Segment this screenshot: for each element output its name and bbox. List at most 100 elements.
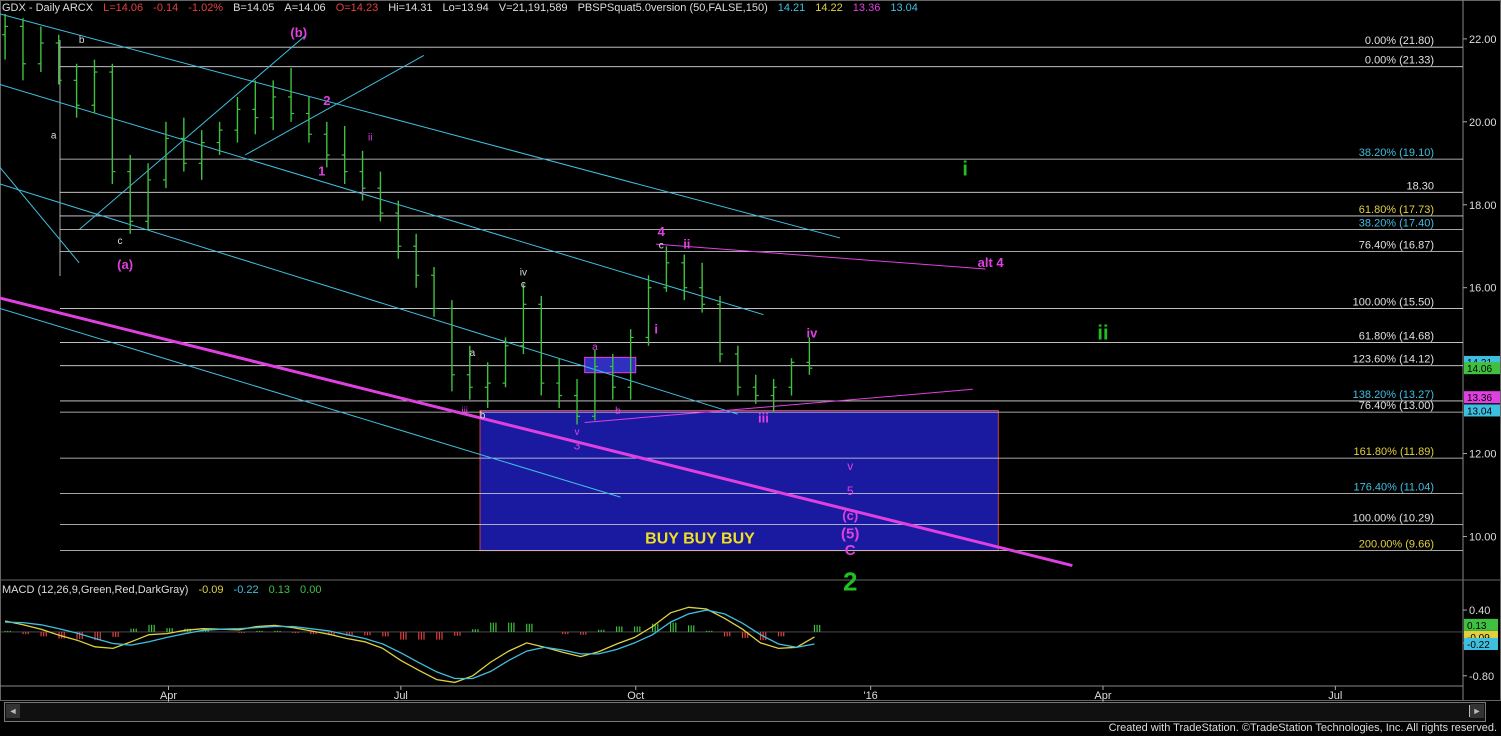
fib-label: 176.40% (11.04)	[1353, 481, 1434, 493]
chart-header: GDX - Daily ARCX L=14.06 -0.14 -1.02% B=…	[2, 2, 918, 14]
macd-label: MACD (12,26,9,Green,Red,DarkGray)	[2, 584, 189, 596]
scroll-right-arrow-icon[interactable]: ►	[1470, 704, 1484, 718]
wave-label: b	[480, 410, 486, 421]
wave-label: c	[659, 240, 664, 251]
fib-label: 76.40% (13.00)	[1359, 400, 1434, 412]
price-tick-label: 12.00	[1469, 449, 1497, 461]
bid-price: B=14.05	[233, 2, 275, 14]
wave-label: (a)	[117, 257, 133, 272]
wave-label: 3	[574, 438, 581, 452]
wave-label: i	[361, 186, 363, 197]
wave-label: (5)	[841, 526, 859, 543]
fib-label: 0.00% (21.80)	[1365, 35, 1434, 47]
macd-value-1: -0.09	[198, 584, 224, 596]
wave-label: iii	[758, 410, 769, 425]
ask-price: A=14.06	[284, 2, 326, 14]
macd-tick-label: 0.40	[1469, 605, 1490, 617]
macd-value-3: 0.13	[268, 584, 291, 596]
trendline	[0, 167, 80, 264]
trendline	[78, 34, 307, 231]
highlight-box	[584, 356, 637, 374]
wave-label: b	[79, 35, 85, 46]
last-price: L=14.06	[103, 2, 144, 14]
macd-signal-line	[5, 609, 815, 680]
wave-label: a	[51, 130, 57, 141]
fib-label: 100.00% (10.29)	[1353, 513, 1434, 525]
time-tick-label: Oct	[627, 690, 644, 702]
trendline	[656, 243, 986, 270]
time-tick-label: '16	[863, 690, 877, 702]
wave-label: C	[845, 542, 856, 559]
fib-label: 18.30	[1406, 180, 1434, 192]
fib-label: 0.00% (21.33)	[1365, 55, 1434, 67]
trendline	[244, 55, 425, 156]
wave-label: b	[615, 406, 621, 417]
wave-label: alt 4	[978, 255, 1005, 270]
fib-label: 200.00% (9.66)	[1359, 539, 1434, 551]
net-change: -0.14	[153, 2, 179, 14]
time-tick-label: Apr	[1094, 690, 1111, 702]
wave-label: 1	[318, 164, 325, 179]
wave-label: i	[654, 321, 658, 336]
wave-label: v	[847, 459, 853, 473]
volume: V=21,191,589	[498, 2, 568, 14]
fib-label: 161.80% (11.89)	[1353, 446, 1434, 458]
fib-label: 38.20% (17.40)	[1359, 218, 1434, 230]
horizontal-scrollbar[interactable]: ◄ ►	[4, 702, 1486, 722]
wave-label: v	[575, 427, 580, 438]
trendline	[0, 183, 739, 415]
wave-label: ii	[683, 236, 690, 251]
time-tick-label: Jul	[1328, 690, 1342, 702]
indicator-value-3: 13.36	[852, 2, 881, 14]
price-tick-label: 16.00	[1469, 283, 1497, 295]
scroll-left-arrow-icon[interactable]: ◄	[6, 704, 20, 718]
trendline	[0, 307, 621, 498]
wave-label: iv	[520, 267, 527, 278]
fib-label: 76.40% (16.87)	[1359, 240, 1434, 252]
wave-label: i	[962, 159, 968, 181]
chart: 0.00% (21.80) 0.00% (21.33) 38.20% (19.10)…	[0, 0, 1501, 702]
macd-value-2: -0.22	[233, 584, 259, 596]
macd-tick-label: -0.80	[1469, 671, 1494, 683]
price-badge-label: 13.36	[1467, 393, 1492, 404]
wave-label: 2	[843, 566, 857, 596]
fib-label: 138.20% (13.27)	[1353, 389, 1434, 401]
fib-label: 123.60% (14.12)	[1353, 354, 1434, 366]
symbol-label: GDX - Daily ARCX	[2, 2, 94, 14]
fib-label: 38.20% (19.10)	[1359, 147, 1434, 159]
price-tick-label: 22.00	[1469, 34, 1497, 46]
wave-label: (b)	[290, 25, 307, 40]
wave-label: iii	[461, 406, 468, 417]
indicator-name: PBSPSquat5.0version (50,FALSE,150)	[577, 2, 768, 14]
wave-label: ii	[1097, 323, 1108, 345]
indicator-value-1: 14.21	[777, 2, 806, 14]
pct-change: -1.02%	[188, 2, 224, 14]
low-price: Lo=13.94	[442, 2, 489, 14]
price-badge-label: 13.04	[1467, 406, 1492, 417]
high-price: Hi=14.31	[388, 2, 433, 14]
wave-label: 4	[658, 224, 666, 239]
fib-label: 61.80% (14.68)	[1359, 330, 1434, 342]
price-tick-label: 18.00	[1469, 200, 1497, 212]
wave-label: c	[521, 280, 526, 291]
open-price: O=14.23	[335, 2, 379, 14]
trendline	[0, 13, 841, 239]
wave-label: 5	[847, 484, 854, 498]
wave-label: a	[470, 348, 476, 359]
macd-header: MACD (12,26,9,Green,Red,DarkGray) -0.09 …	[2, 584, 321, 596]
wave-label: a	[592, 342, 598, 353]
time-tick-label: Apr	[160, 690, 177, 702]
macd-value-4: 0.00	[300, 584, 322, 596]
indicator-value-4: 13.04	[890, 2, 918, 14]
fib-label: 100.00% (15.50)	[1353, 296, 1434, 308]
wave-label: (c)	[842, 508, 858, 523]
buy-label: BUY BUY BUY	[645, 531, 755, 548]
indicator-value-2: 14.22	[815, 2, 843, 14]
copyright-footer: Created with TradeStation. ©TradeStation…	[1108, 722, 1497, 734]
wave-label: 2	[323, 93, 330, 108]
fib-label: 61.80% (17.73)	[1359, 204, 1434, 216]
price-badge-label: 14.06	[1467, 364, 1492, 375]
wave-label: ii	[368, 132, 372, 143]
macd-badge-label: 0.13	[1467, 621, 1487, 632]
wave-label: c	[118, 236, 123, 247]
